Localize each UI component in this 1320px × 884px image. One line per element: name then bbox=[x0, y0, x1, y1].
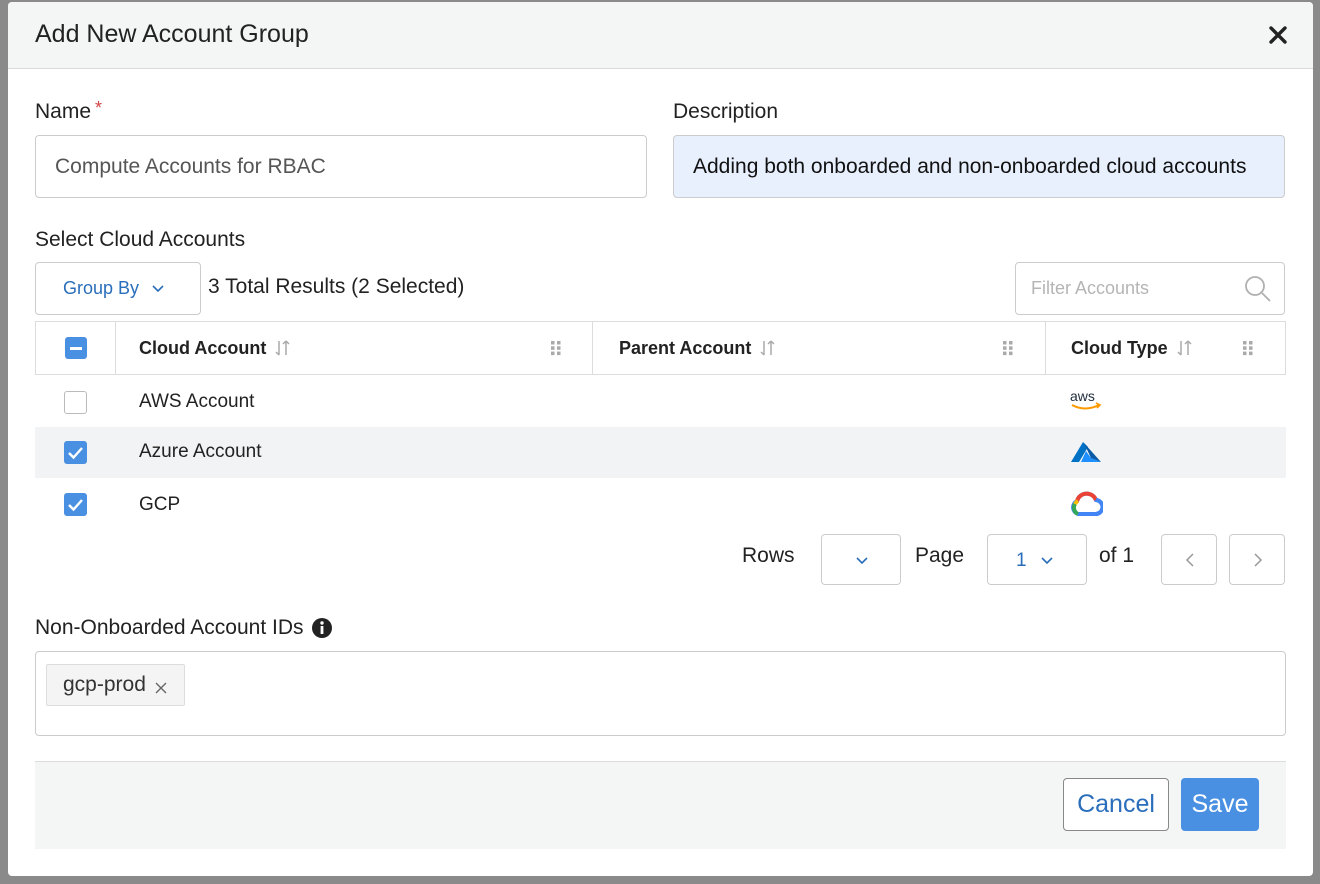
group-by-label: Group By bbox=[63, 278, 140, 298]
name-label: Name * bbox=[35, 98, 103, 124]
description-label: Description bbox=[673, 100, 779, 123]
column-divider bbox=[1045, 322, 1046, 374]
table-row[interactable]: GCP bbox=[35, 478, 1286, 529]
page-value: 1 bbox=[1016, 550, 1027, 571]
results-count: 3 Total Results (2 Selected) bbox=[208, 275, 465, 298]
table-header: Cloud Account Parent Account Cloud Type bbox=[35, 321, 1286, 375]
required-marker: * bbox=[95, 98, 103, 118]
column-header-cloud-account[interactable]: Cloud Account bbox=[139, 322, 291, 374]
sort-icon bbox=[275, 340, 290, 356]
rows-per-page-select[interactable] bbox=[821, 534, 901, 585]
non-onboarded-label: Non-Onboarded Account IDs bbox=[35, 616, 333, 640]
account-ids-input[interactable]: gcp-prod bbox=[35, 651, 1286, 736]
table-row[interactable]: Azure Account bbox=[35, 427, 1286, 478]
page-label: Page bbox=[915, 544, 965, 567]
chevron-left-icon bbox=[1185, 553, 1194, 567]
indeterminate-icon bbox=[70, 347, 82, 350]
select-accounts-label: Select Cloud Accounts bbox=[35, 228, 246, 251]
chevron-down-icon bbox=[856, 557, 868, 565]
cloud-account-name: Azure Account bbox=[139, 441, 262, 462]
dialog-footer: Cancel Save bbox=[35, 761, 1286, 849]
filter-accounts-input[interactable]: Filter Accounts bbox=[1015, 262, 1285, 315]
name-label-text: Name bbox=[35, 100, 92, 123]
check-icon bbox=[68, 499, 83, 512]
page-of-total: of 1 bbox=[1099, 544, 1135, 567]
column-header-label: Cloud Type bbox=[1071, 337, 1168, 358]
tag-label: gcp-prod bbox=[63, 673, 146, 696]
aws-logo-icon: aws bbox=[1069, 388, 1103, 419]
name-input[interactable]: Compute Accounts for RBAC bbox=[35, 135, 647, 198]
dialog-title: Add New Account Group bbox=[35, 20, 309, 48]
description-input[interactable]: Adding both onboarded and non-onboarded … bbox=[673, 135, 1285, 198]
sort-icon bbox=[760, 340, 775, 356]
column-divider bbox=[115, 322, 116, 374]
non-onboarded-label-text: Non-Onboarded Account IDs bbox=[35, 616, 304, 639]
select-all-checkbox[interactable] bbox=[65, 337, 87, 359]
column-header-label: Parent Account bbox=[619, 337, 752, 358]
page-select[interactable]: 1 bbox=[987, 534, 1087, 585]
gcp-logo-icon bbox=[1069, 490, 1105, 523]
cancel-button[interactable]: Cancel bbox=[1063, 778, 1169, 831]
chevron-down-icon bbox=[152, 284, 164, 292]
row-checkbox[interactable] bbox=[64, 493, 87, 516]
row-checkbox[interactable] bbox=[64, 391, 87, 414]
group-by-button[interactable]: Group By bbox=[35, 262, 201, 315]
save-button[interactable]: Save bbox=[1181, 778, 1259, 831]
prev-page-button[interactable] bbox=[1161, 534, 1217, 585]
next-page-button[interactable] bbox=[1229, 534, 1285, 585]
drag-handle-icon[interactable] bbox=[1002, 340, 1014, 356]
info-icon[interactable] bbox=[311, 617, 333, 639]
table-row[interactable]: AWS Account aws bbox=[35, 376, 1286, 427]
remove-tag-icon[interactable] bbox=[154, 681, 168, 695]
account-id-tag: gcp-prod bbox=[46, 664, 185, 706]
filter-placeholder: Filter Accounts bbox=[1031, 278, 1150, 298]
add-account-group-dialog: Add New Account Group Name * Compute Acco… bbox=[8, 2, 1313, 876]
close-icon bbox=[1269, 26, 1287, 44]
search-icon bbox=[1245, 276, 1271, 302]
column-divider bbox=[592, 322, 593, 374]
column-header-label: Cloud Account bbox=[139, 337, 267, 358]
cloud-account-name: GCP bbox=[139, 494, 181, 515]
svg-text:aws: aws bbox=[1070, 388, 1095, 404]
close-button[interactable] bbox=[1263, 20, 1293, 50]
azure-logo-icon bbox=[1069, 440, 1103, 471]
drag-handle-icon[interactable] bbox=[1242, 340, 1254, 356]
column-header-cloud-type[interactable]: Cloud Type bbox=[1071, 322, 1193, 374]
chevron-right-icon bbox=[1254, 553, 1263, 567]
cloud-account-name: AWS Account bbox=[139, 391, 255, 412]
row-checkbox[interactable] bbox=[64, 441, 87, 464]
sort-icon bbox=[1177, 340, 1192, 356]
column-header-parent-account[interactable]: Parent Account bbox=[619, 322, 776, 374]
rows-label: Rows bbox=[742, 544, 795, 567]
chevron-down-icon bbox=[1041, 557, 1053, 565]
drag-handle-icon[interactable] bbox=[550, 340, 562, 356]
check-icon bbox=[68, 447, 83, 460]
dialog-header: Add New Account Group bbox=[8, 2, 1313, 69]
